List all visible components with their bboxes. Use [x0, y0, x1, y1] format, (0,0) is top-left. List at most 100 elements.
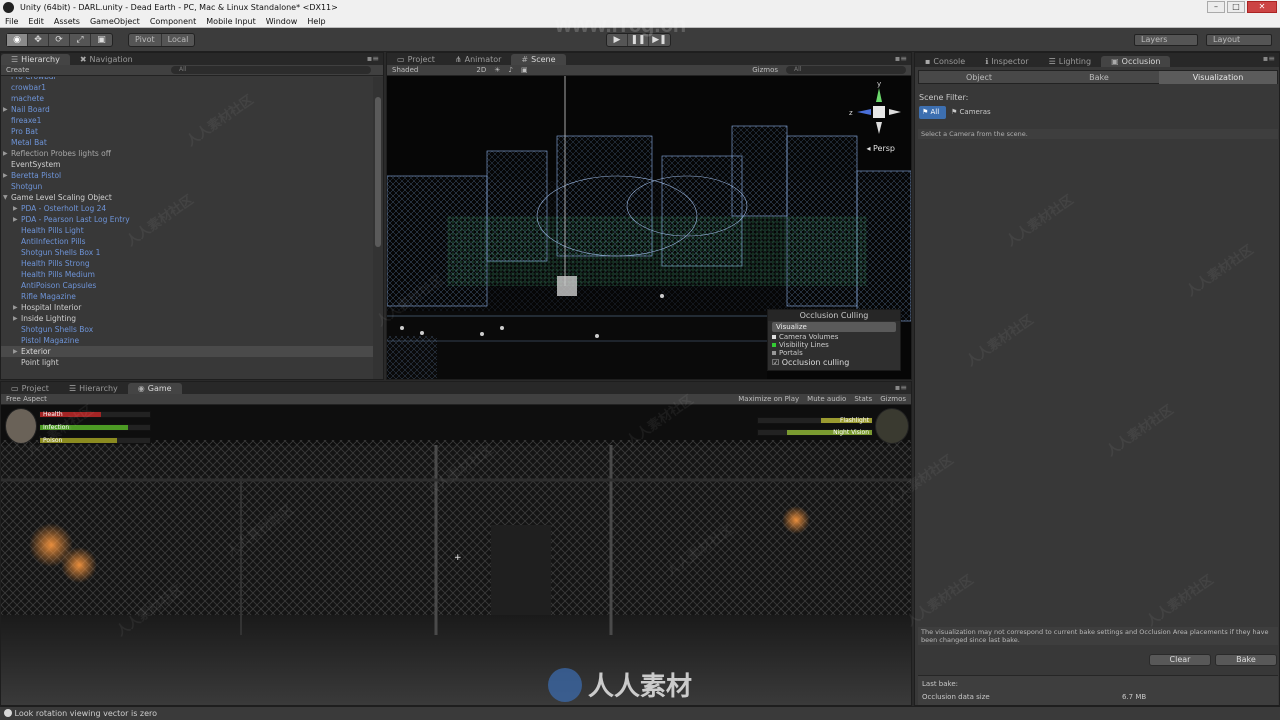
- occlusion-culling-checkbox[interactable]: ☑ Occlusion culling: [768, 358, 900, 367]
- hierarchy-item[interactable]: machete: [1, 93, 373, 104]
- hierarchy-item[interactable]: ▶ Beretta Pistol: [1, 170, 373, 181]
- hierarchy-item[interactable]: Shotgun Shells Box: [1, 324, 373, 335]
- panel-menu-icon[interactable]: ▪≡: [895, 54, 907, 63]
- expand-right-icon[interactable]: ▶: [13, 313, 18, 324]
- view-tool-icon[interactable]: ◉: [7, 34, 28, 46]
- hierarchy-item[interactable]: ▶ Hospital Interior: [1, 302, 373, 313]
- local-button[interactable]: Local: [162, 34, 195, 46]
- mute-audio-toggle[interactable]: Mute audio: [807, 395, 846, 403]
- expand-right-icon[interactable]: ▶: [13, 346, 18, 357]
- hierarchy-item[interactable]: crowbar1: [1, 82, 373, 93]
- expand-right-icon[interactable]: ▶: [3, 104, 8, 115]
- tab-animator[interactable]: ⋔ Animator: [445, 54, 511, 65]
- hierarchy-item[interactable]: Health Pills Medium: [1, 269, 373, 280]
- visualize-dropdown[interactable]: Visualize: [772, 322, 896, 332]
- layers-dropdown[interactable]: Layers: [1134, 34, 1198, 46]
- shading-dropdown[interactable]: Shaded: [392, 66, 418, 74]
- expand-down-icon[interactable]: ▼: [3, 192, 8, 203]
- hierarchy-item[interactable]: Health Pills Strong: [1, 258, 373, 269]
- rotate-tool-icon[interactable]: ⟳: [49, 34, 70, 46]
- 2d-toggle[interactable]: 2D: [476, 66, 486, 74]
- pivot-button[interactable]: Pivot: [129, 34, 162, 46]
- hierarchy-item[interactable]: Metal Bat: [1, 137, 373, 148]
- tab-hierarchy-bottom[interactable]: ☰ Hierarchy: [59, 383, 128, 394]
- panel-menu-icon[interactable]: ▪≡: [895, 383, 907, 392]
- expand-right-icon[interactable]: ▶: [3, 148, 8, 159]
- tab-lighting[interactable]: ☰ Lighting: [1039, 56, 1102, 67]
- hierarchy-item[interactable]: ▶ PDA - Pearson Last Log Entry: [1, 214, 373, 225]
- menu-window[interactable]: Window: [261, 17, 303, 26]
- menu-component[interactable]: Component: [145, 17, 201, 26]
- game-gizmos-dropdown[interactable]: Gizmos: [880, 395, 906, 403]
- stats-toggle[interactable]: Stats: [854, 395, 872, 403]
- hierarchy-scroll-thumb[interactable]: [375, 97, 381, 247]
- subtab-visualization[interactable]: Visualization: [1159, 71, 1277, 84]
- subtab-object[interactable]: Object: [919, 71, 1039, 84]
- hierarchy-scrollbar[interactable]: [373, 77, 383, 379]
- hierarchy-item[interactable]: ▶ PDA - Osterholt Log 24: [1, 203, 373, 214]
- hierarchy-item[interactable]: AntiInfection Pills: [1, 236, 373, 247]
- menu-mobile-input[interactable]: Mobile Input: [201, 17, 261, 26]
- hierarchy-item[interactable]: Pistol Magazine: [1, 335, 373, 346]
- tab-navigation[interactable]: ✖ Navigation: [70, 54, 143, 65]
- hierarchy-item[interactable]: Shotgun Shells Box 1: [1, 247, 373, 258]
- menu-file[interactable]: File: [0, 17, 23, 26]
- tab-console[interactable]: ▪ Console: [915, 56, 975, 67]
- scale-tool-icon[interactable]: ⤢: [70, 34, 91, 46]
- hierarchy-item[interactable]: ▶ Reflection Probes lights off: [1, 148, 373, 159]
- aspect-dropdown[interactable]: Free Aspect: [6, 395, 47, 403]
- scene-search-input[interactable]: All: [786, 66, 906, 74]
- expand-right-icon[interactable]: ▶: [13, 203, 18, 214]
- audio-toggle-icon[interactable]: ♪: [509, 66, 513, 74]
- create-dropdown[interactable]: Create: [6, 66, 29, 74]
- menu-assets[interactable]: Assets: [49, 17, 85, 26]
- hierarchy-item[interactable]: Shotgun: [1, 181, 373, 192]
- rect-tool-icon[interactable]: ▣: [91, 34, 112, 46]
- minimize-button[interactable]: –: [1207, 1, 1225, 13]
- filter-cameras-button[interactable]: ⚑ Cameras: [951, 106, 991, 119]
- move-tool-icon[interactable]: ✥: [28, 34, 49, 46]
- subtab-bake[interactable]: Bake: [1039, 71, 1159, 84]
- hierarchy-search-input[interactable]: All: [171, 66, 371, 74]
- menu-gameobject[interactable]: GameObject: [85, 17, 145, 26]
- menu-help[interactable]: Help: [302, 17, 330, 26]
- tab-project[interactable]: ▭ Project: [387, 54, 445, 65]
- hierarchy-item[interactable]: Rifle Magazine: [1, 291, 373, 302]
- tab-game[interactable]: ◉ Game: [127, 383, 182, 394]
- expand-right-icon[interactable]: ▶: [13, 302, 18, 313]
- scene-viewport[interactable]: z y ◂ Persp Occlusion Culling Visualize …: [387, 76, 911, 379]
- tab-hierarchy[interactable]: ☰ Hierarchy: [1, 54, 70, 65]
- filter-all-button[interactable]: ⚑ All: [919, 106, 946, 119]
- hierarchy-item[interactable]: ▶ Nail Board: [1, 104, 373, 115]
- light-toggle-icon[interactable]: ☀: [494, 66, 500, 74]
- hierarchy-item[interactable]: ▶ Exterior: [1, 346, 373, 357]
- hierarchy-item[interactable]: AntiPoison Capsules: [1, 280, 373, 291]
- tab-project-bottom[interactable]: ▭ Project: [1, 383, 59, 394]
- panel-menu-icon[interactable]: ▪≡: [367, 54, 379, 63]
- maximize-button[interactable]: □: [1227, 1, 1245, 13]
- hud-bar-label: Health: [43, 411, 63, 418]
- tab-scene[interactable]: # Scene: [511, 54, 566, 65]
- tab-inspector[interactable]: ℹ Inspector: [975, 56, 1038, 67]
- bake-button[interactable]: Bake: [1215, 654, 1277, 666]
- panel-menu-icon[interactable]: ▪≡: [1263, 54, 1275, 63]
- hierarchy-item[interactable]: Health Pills Light: [1, 225, 373, 236]
- hierarchy-item[interactable]: EventSystem: [1, 159, 373, 170]
- hierarchy-item[interactable]: Point light: [1, 357, 373, 367]
- close-button[interactable]: ✕: [1247, 1, 1277, 13]
- gizmos-dropdown[interactable]: Gizmos: [752, 66, 778, 74]
- maximize-on-play-toggle[interactable]: Maximize on Play: [738, 395, 799, 403]
- hierarchy-item[interactable]: ▶ Inside Lighting: [1, 313, 373, 324]
- layout-dropdown[interactable]: Layout: [1206, 34, 1272, 46]
- tab-occlusion[interactable]: ▣ Occlusion: [1101, 56, 1171, 67]
- effects-toggle-icon[interactable]: ▣: [521, 66, 528, 74]
- clear-button[interactable]: Clear: [1149, 654, 1211, 666]
- hierarchy-item[interactable]: ▼ Game Level Scaling Object: [1, 192, 373, 203]
- hierarchy-item[interactable]: fireaxe1: [1, 115, 373, 126]
- game-viewport[interactable]: Health Infection Poison Flashlight Night Vi…: [1, 405, 911, 705]
- expand-right-icon[interactable]: ▶: [3, 170, 8, 181]
- perspective-label[interactable]: ◂ Persp: [866, 144, 895, 153]
- expand-right-icon[interactable]: ▶: [13, 214, 18, 225]
- hierarchy-item[interactable]: Pro Bat: [1, 126, 373, 137]
- menu-edit[interactable]: Edit: [23, 17, 49, 26]
